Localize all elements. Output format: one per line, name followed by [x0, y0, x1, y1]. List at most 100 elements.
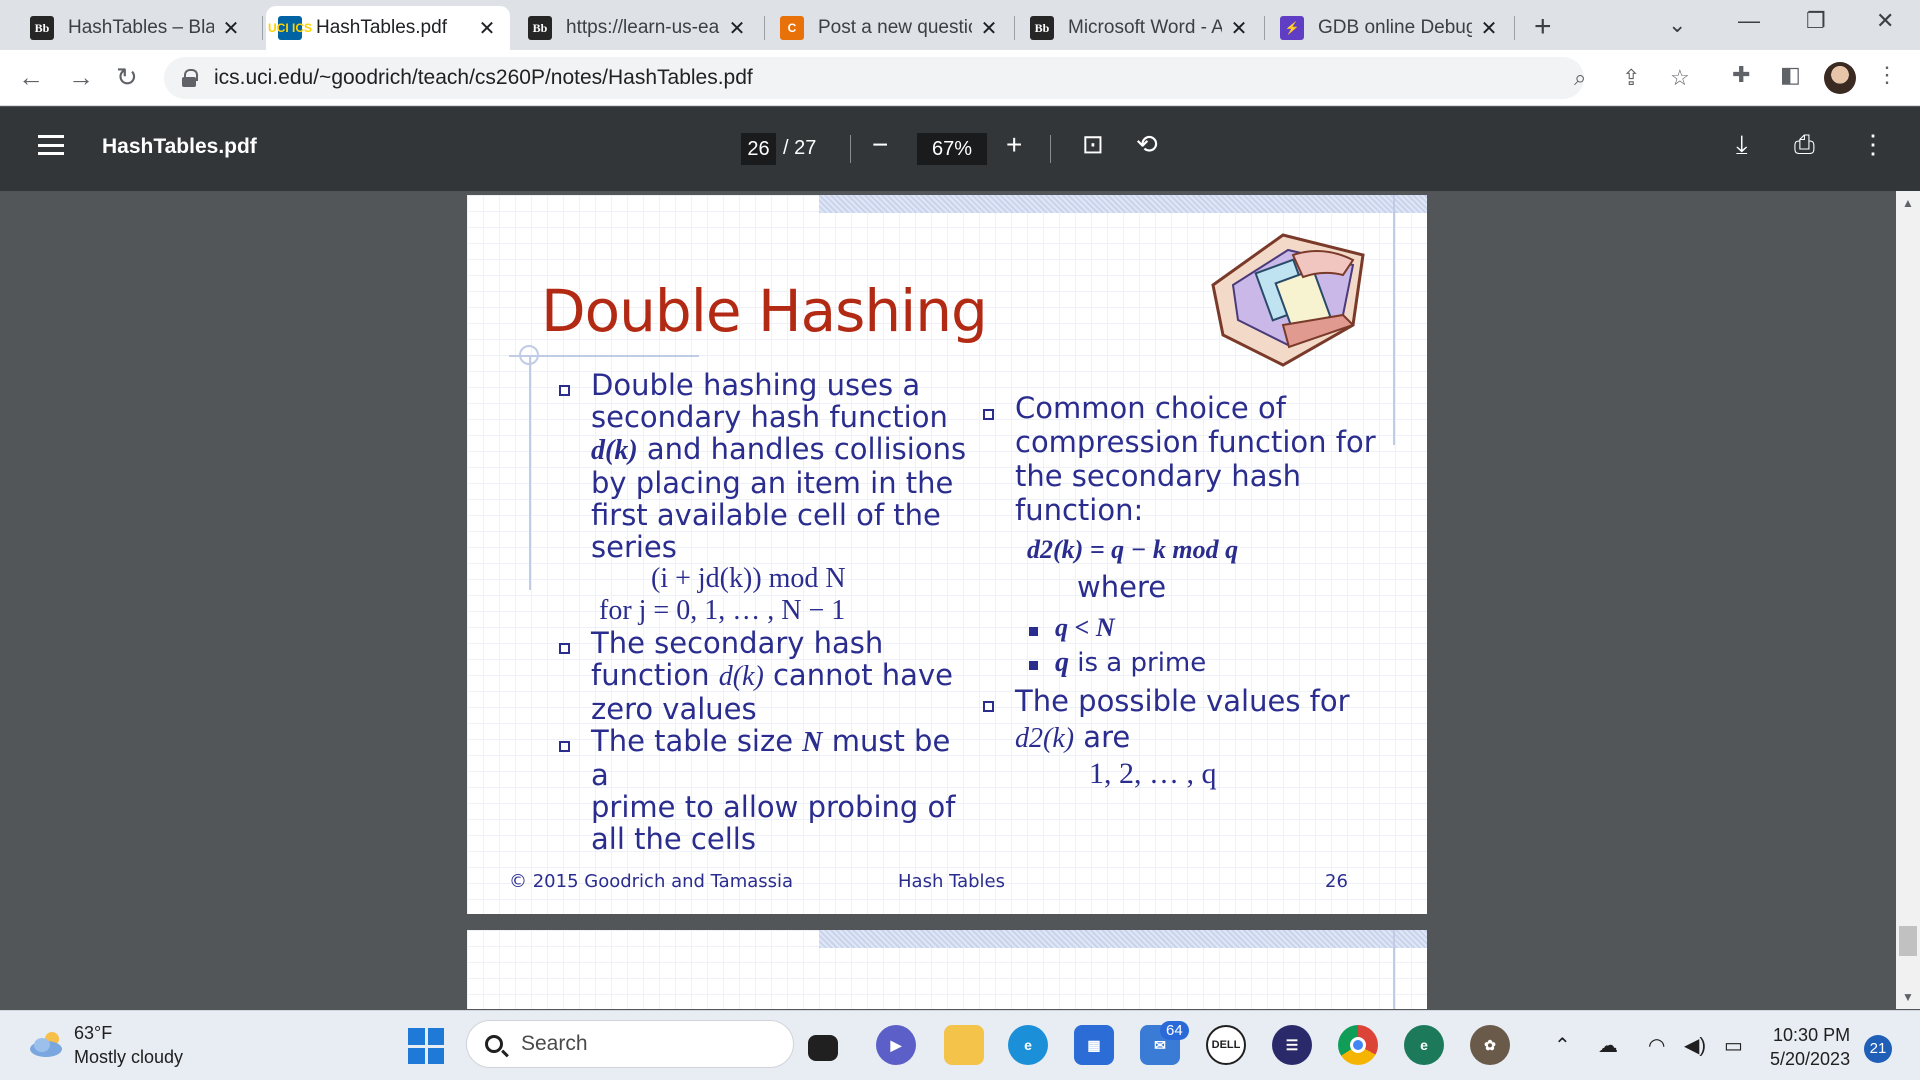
- zoom-out-button[interactable]: −: [872, 129, 888, 161]
- bookmark-star-icon[interactable]: ☆: [1670, 65, 1690, 91]
- chevron-up-icon[interactable]: ⌃: [1554, 1033, 1571, 1058]
- rotate-icon[interactable]: ⟲: [1136, 129, 1158, 160]
- notification-badge[interactable]: 21: [1864, 1035, 1892, 1063]
- search-placeholder: Search: [521, 1032, 588, 1055]
- footer-copyright: © 2015 Goodrich and Tamassia: [509, 871, 794, 892]
- possible-values: 1, 2, … , q: [1089, 757, 1217, 790]
- pdf-page-next: [467, 930, 1427, 1009]
- close-window-button[interactable]: ✕: [1876, 8, 1894, 34]
- bullet-icon: [983, 409, 994, 420]
- page-total: / 27: [783, 137, 817, 159]
- lock-icon[interactable]: [182, 69, 198, 87]
- edge-icon[interactable]: e: [1008, 1025, 1048, 1065]
- new-tab-button[interactable]: +: [1534, 10, 1552, 44]
- gdb-icon: ⚡: [1280, 16, 1304, 40]
- print-icon[interactable]: ⎙: [1794, 129, 1815, 161]
- forward-icon[interactable]: →: [68, 62, 94, 93]
- scrollbar-thumb[interactable]: [1899, 926, 1917, 956]
- weather-widget[interactable]: 63°F Mostly cloudy: [74, 1021, 183, 1069]
- blackboard-icon: Bb: [528, 16, 552, 40]
- restore-button[interactable]: ❐: [1806, 8, 1826, 34]
- tab-hashtables-pdf[interactable]: UCI ICS HashTables.pdf ✕: [266, 6, 510, 50]
- search-icon: [485, 1035, 503, 1053]
- extensions-icon[interactable]: ✚: [1732, 62, 1750, 88]
- fit-page-icon[interactable]: ⊡: [1082, 129, 1104, 160]
- minimize-button[interactable]: —: [1738, 8, 1760, 34]
- wifi-icon[interactable]: ◠: [1648, 1033, 1665, 1058]
- task-view-icon[interactable]: [808, 1035, 838, 1061]
- battery-icon[interactable]: ▭: [1724, 1033, 1743, 1058]
- zoom-icon[interactable]: ⌕: [1574, 65, 1586, 91]
- close-icon[interactable]: ✕: [1478, 16, 1500, 41]
- more-menu-icon[interactable]: ⋮: [1876, 62, 1898, 88]
- pdf-viewer[interactable]: Double Hashing Double hashing uses a sec…: [0, 191, 1920, 1009]
- chrome-icon[interactable]: [1338, 1025, 1378, 1065]
- tab-strip: Bb HashTables – Blackb ✕ UCI ICS HashTab…: [0, 0, 1920, 50]
- tab-search-icon[interactable]: ⌄: [1668, 12, 1686, 38]
- zoom-in-button[interactable]: +: [1006, 129, 1022, 161]
- sub-bullet-q-lt-n: q < N: [1055, 613, 1115, 642]
- pdf-page: Double Hashing Double hashing uses a sec…: [467, 195, 1427, 914]
- back-icon[interactable]: ←: [18, 62, 44, 93]
- page-number-input[interactable]: 26: [741, 133, 776, 165]
- scroll-down-icon[interactable]: ▼: [1902, 990, 1914, 1004]
- menu-icon[interactable]: [38, 135, 64, 155]
- blackboard-icon: Bb: [30, 16, 54, 40]
- tab-word[interactable]: Bb Microsoft Word - A ✕: [1018, 6, 1262, 50]
- windows-start-icon[interactable]: [408, 1028, 444, 1064]
- pdf-more-icon[interactable]: ⋮: [1860, 129, 1886, 160]
- close-icon[interactable]: ✕: [1228, 16, 1250, 41]
- clock[interactable]: 10:30 PM 5/20/2023: [1770, 1023, 1850, 1071]
- cloud-icon: [30, 1032, 62, 1057]
- teams-chat-icon[interactable]: ▶: [876, 1025, 916, 1065]
- tab-title: Microsoft Word - A: [1068, 17, 1222, 38]
- tab-chegg[interactable]: C Post a new question ✕: [768, 6, 1012, 50]
- scrollbar[interactable]: [1896, 191, 1920, 1009]
- close-icon[interactable]: ✕: [220, 16, 242, 41]
- left-bullet-2: The secondary hash function d(k) cannot …: [591, 626, 953, 726]
- reload-icon[interactable]: ↻: [116, 62, 138, 93]
- app-icon[interactable]: ✿: [1470, 1025, 1510, 1065]
- tab-blackboard[interactable]: Bb HashTables – Blackb ✕: [18, 6, 254, 50]
- file-explorer-icon[interactable]: [944, 1025, 984, 1065]
- edge-dev-icon[interactable]: e: [1404, 1025, 1444, 1065]
- eclipse-icon[interactable]: ☰: [1272, 1025, 1312, 1065]
- tab-gdb[interactable]: ⚡ GDB online Debugg ✕: [1268, 6, 1512, 50]
- mail-badge: 64: [1160, 1021, 1189, 1040]
- browser-toolbar: ← → ↻ ics.uci.edu/~goodrich/teach/cs260P…: [0, 50, 1920, 106]
- volume-icon[interactable]: ◀): [1684, 1033, 1706, 1058]
- bullet-icon: [559, 385, 570, 396]
- formula-probe: (i + jd(k)) mod N: [651, 563, 846, 594]
- close-icon[interactable]: ✕: [978, 16, 1000, 41]
- close-icon[interactable]: ✕: [476, 16, 498, 41]
- where-text: where: [1077, 570, 1167, 604]
- avatar[interactable]: [1824, 62, 1856, 94]
- download-icon[interactable]: ⤓: [1736, 129, 1748, 161]
- taskbar: 63°F Mostly cloudy Search ▶ e ▦ ✉ 64 DEL…: [0, 1010, 1920, 1080]
- tab-title: GDB online Debugg: [1318, 17, 1472, 38]
- blackboard-icon: Bb: [1030, 16, 1054, 40]
- formula-compression: d2(k) = q − k mod q: [1027, 535, 1239, 564]
- side-panel-icon[interactable]: ◧: [1780, 62, 1801, 88]
- onedrive-icon[interactable]: ☁: [1598, 1033, 1618, 1058]
- uci-ics-icon: UCI ICS: [268, 16, 312, 40]
- zoom-level-input[interactable]: 67%: [917, 133, 987, 165]
- formula-range: for j = 0, 1, … , N − 1: [599, 595, 846, 626]
- bullet-icon: [559, 643, 570, 654]
- right-bullet-1: Common choice of compression function fo…: [1015, 391, 1376, 527]
- pdf-filename: HashTables.pdf: [102, 135, 257, 158]
- address-bar[interactable]: ics.uci.edu/~goodrich/teach/cs260P/notes…: [164, 57, 1690, 99]
- chegg-icon: C: [780, 16, 804, 40]
- taskbar-search[interactable]: Search: [466, 1020, 794, 1068]
- bullet-icon: [983, 701, 994, 712]
- scroll-up-icon[interactable]: ▲: [1902, 196, 1914, 210]
- dell-icon[interactable]: DELL: [1206, 1025, 1246, 1065]
- weather-condition: Mostly cloudy: [74, 1047, 184, 1067]
- close-icon[interactable]: ✕: [726, 16, 748, 41]
- store-icon[interactable]: ▦: [1074, 1025, 1114, 1065]
- footer-page-number: 26: [1325, 871, 1348, 892]
- share-icon[interactable]: ⇪: [1622, 65, 1640, 91]
- tab-learn-us[interactable]: Bb https://learn-us-ea ✕: [516, 6, 760, 50]
- pdf-toolbar: HashTables.pdf 26 / 27 − 67% + ⊡ ⟲ ⤓ ⎙ ⋮: [0, 107, 1920, 191]
- tab-title: Post a new question: [818, 17, 972, 38]
